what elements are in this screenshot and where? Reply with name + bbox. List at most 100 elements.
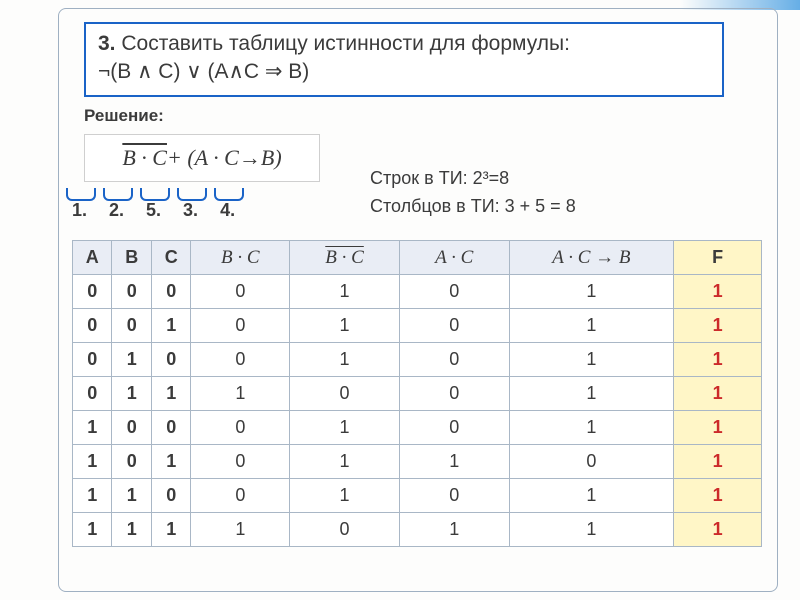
cell: 1	[191, 377, 290, 411]
cell: 0	[509, 445, 674, 479]
cell: 0	[399, 275, 509, 309]
task-text-2: ¬(B ∧ C) ∨ (A∧C ⇒ B)	[98, 60, 309, 83]
cell: 0	[191, 343, 290, 377]
cell: 1	[151, 309, 190, 343]
info-cols: Столбцов в ТИ: 3 + 5 = 8	[370, 193, 576, 221]
cell: 1	[509, 377, 674, 411]
formula-plus: + (	[167, 145, 195, 171]
cell: 1	[290, 275, 400, 309]
cell: 0	[399, 377, 509, 411]
cell: 1	[151, 377, 190, 411]
hdr-C: C	[151, 241, 190, 275]
cell: 0	[191, 309, 290, 343]
cell: 1	[674, 445, 762, 479]
cell: 0	[151, 479, 190, 513]
cell: 1	[290, 445, 400, 479]
formula-arrow: →	[239, 145, 261, 171]
cell: 1	[112, 513, 151, 547]
cell: 1	[151, 513, 190, 547]
cell: 1	[290, 309, 400, 343]
corner-accent	[680, 0, 800, 10]
task-number: 3.	[98, 32, 116, 55]
cell: 1	[290, 479, 400, 513]
table-row: 11001011	[73, 479, 762, 513]
cell: 1	[73, 479, 112, 513]
step-3-label: 3.	[183, 200, 198, 220]
table-row: 10001011	[73, 411, 762, 445]
hdr-nbc: B · C	[290, 241, 400, 275]
hdr-imp: A · C → B	[509, 241, 674, 275]
cell: 1	[399, 513, 509, 547]
hdr-ac: A · C	[399, 241, 509, 275]
cell: 1	[191, 513, 290, 547]
table-row: 11110111	[73, 513, 762, 547]
cell: 0	[399, 411, 509, 445]
step-4-label: 4.	[220, 200, 235, 220]
hdr-B: B	[112, 241, 151, 275]
cell: 1	[290, 411, 400, 445]
step-5: 5.	[142, 198, 165, 223]
cell: 0	[73, 309, 112, 343]
cell: 1	[112, 343, 151, 377]
cell: 0	[151, 275, 190, 309]
step-1: 1.	[68, 198, 91, 223]
cell: 1	[73, 445, 112, 479]
formula-b: B	[261, 145, 274, 171]
cell: 1	[112, 377, 151, 411]
step-3: 3.	[179, 198, 202, 223]
cell: 1	[151, 445, 190, 479]
cell: 0	[151, 411, 190, 445]
cell: 0	[112, 309, 151, 343]
cell: 1	[509, 411, 674, 445]
cell: 1	[509, 309, 674, 343]
formula-box: B · C + ( A · C → B )	[84, 134, 320, 182]
cell: 1	[674, 343, 762, 377]
step-2: 2.	[105, 198, 128, 223]
header-row: A B C B · C B · C A · C A · C → B F	[73, 241, 762, 275]
cell: 1	[674, 479, 762, 513]
cell: 0	[112, 411, 151, 445]
cell: 0	[73, 377, 112, 411]
hdr-nbc-text: B · C	[323, 247, 366, 269]
formula-not-bc: B · C	[122, 145, 167, 171]
table-row: 01110011	[73, 377, 762, 411]
cell: 1	[674, 275, 762, 309]
step-1-label: 1.	[72, 200, 87, 220]
cell: 1	[509, 343, 674, 377]
cell: 1	[674, 513, 762, 547]
table-row: 00101011	[73, 309, 762, 343]
cell: 0	[151, 343, 190, 377]
cell: 1	[674, 377, 762, 411]
cell: 1	[674, 411, 762, 445]
cell: 1	[674, 309, 762, 343]
cell: 0	[290, 513, 400, 547]
solution-label: Решение:	[84, 106, 164, 126]
cell: 0	[112, 445, 151, 479]
hdr-A: A	[73, 241, 112, 275]
cell: 1	[399, 445, 509, 479]
formula-close: )	[274, 145, 281, 171]
info-rows: Строк в ТИ: 2³=8	[370, 165, 576, 193]
step-4: 4.	[216, 198, 239, 223]
cell: 0	[399, 309, 509, 343]
task-box: 3. Составить таблицу истинности для форм…	[84, 22, 724, 97]
table-row: 00001011	[73, 275, 762, 309]
cell: 1	[73, 411, 112, 445]
cell: 0	[73, 275, 112, 309]
hdr-bc: B · C	[191, 241, 290, 275]
table-row: 10101101	[73, 445, 762, 479]
cell: 1	[112, 479, 151, 513]
cell: 1	[73, 513, 112, 547]
cell: 0	[191, 275, 290, 309]
cell: 1	[509, 479, 674, 513]
cell: 0	[73, 343, 112, 377]
step-5-label: 5.	[146, 200, 161, 220]
cell: 0	[290, 377, 400, 411]
cell: 1	[509, 275, 674, 309]
truth-table: A B C B · C B · C A · C A · C → B F 0000…	[72, 240, 762, 547]
step-strip: 1. 2. 5. 3. 4.	[68, 198, 239, 223]
table-row: 01001011	[73, 343, 762, 377]
cell: 0	[191, 479, 290, 513]
step-2-label: 2.	[109, 200, 124, 220]
cell: 0	[191, 445, 290, 479]
